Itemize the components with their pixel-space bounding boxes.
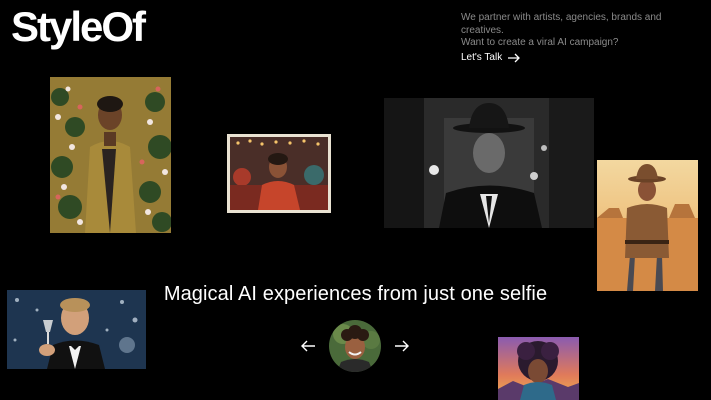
gallery-photo-floral-portrait xyxy=(50,77,171,233)
partner-pitch: We partner with artists, agencies, brand… xyxy=(461,12,706,64)
pitch-line-1: We partner with artists, agencies, brand… xyxy=(461,12,662,36)
lets-talk-link[interactable]: Let's Talk xyxy=(461,52,521,65)
arrow-right-icon xyxy=(508,53,521,63)
lets-talk-label: Let's Talk xyxy=(461,51,503,63)
gallery-photo-noir-portrait xyxy=(384,98,594,228)
gallery-photo-festival-portrait xyxy=(227,134,331,213)
arrow-right-icon xyxy=(395,340,409,352)
arrow-left-icon xyxy=(301,340,315,352)
selfie-avatar xyxy=(329,320,381,372)
gallery-photo-cowboy-portrait xyxy=(597,160,698,291)
hero-tagline: Magical AI experiences from just one sel… xyxy=(163,283,548,305)
gallery-photo-afro-portrait xyxy=(498,337,579,400)
carousel-prev-button[interactable] xyxy=(300,339,316,353)
pitch-line-2: Want to create a viral AI campaign? xyxy=(461,37,619,48)
carousel-next-button[interactable] xyxy=(394,339,410,353)
brand-logo[interactable]: StyleOf xyxy=(11,6,146,48)
